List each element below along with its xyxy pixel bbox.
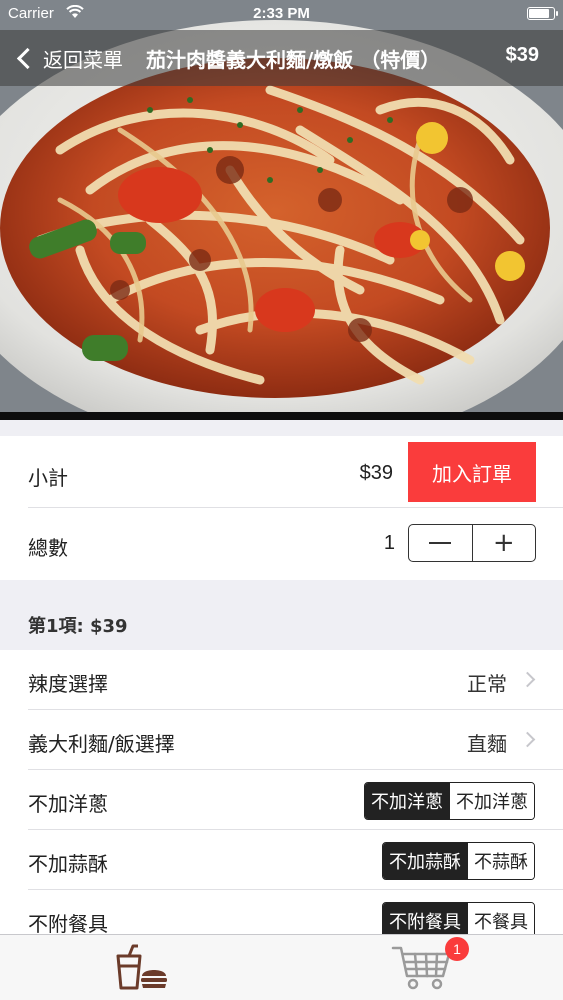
chevron-right-icon xyxy=(519,671,536,688)
garlic-label: 不加蒜酥 xyxy=(28,852,108,876)
onion-segmented-control[interactable]: 不加洋蔥 不加洋蔥 xyxy=(364,782,535,820)
subtotal-row: 小計 $39 加入訂單 xyxy=(0,436,563,508)
option-row-spice[interactable]: 辣度選擇 正常 xyxy=(0,650,563,710)
decrement-button[interactable] xyxy=(409,525,472,561)
subtotal-value: $39 xyxy=(359,462,393,484)
battery-level xyxy=(529,9,549,18)
back-button[interactable]: 返回菜單 xyxy=(14,42,123,74)
navigation-bar: 返回菜單 茄汁肉醬義大利麵/燉飯 （特價） $39 xyxy=(0,30,563,86)
quantity-label: 總數 xyxy=(28,536,68,560)
onion-option-0[interactable]: 不加洋蔥 xyxy=(365,783,449,819)
item-section-title: 第1項: $39 xyxy=(28,616,128,637)
noodle-rice-label: 義大利麵/飯選擇 xyxy=(28,732,175,756)
option-row-noodle-rice[interactable]: 義大利麵/飯選擇 直麵 xyxy=(0,710,563,770)
cart-badge: 1 xyxy=(445,937,469,961)
garlic-option-0[interactable]: 不加蒜酥 xyxy=(383,843,467,879)
battery-icon xyxy=(527,7,558,20)
spice-value: 正常 xyxy=(467,672,507,696)
drink-burger-icon xyxy=(110,944,170,994)
garlic-segmented-control[interactable]: 不加蒜酥 不蒜酥 xyxy=(382,842,535,880)
cutlery-label: 不附餐具 xyxy=(28,912,108,936)
back-label: 返回菜單 xyxy=(43,47,123,72)
item-price: $39 xyxy=(505,44,539,66)
noodle-rice-value: 直麵 xyxy=(467,732,507,756)
increment-button[interactable]: + xyxy=(471,525,536,561)
subtotal-label: 小計 xyxy=(28,466,68,490)
spice-label: 辣度選擇 xyxy=(28,672,108,696)
garlic-option-1[interactable]: 不蒜酥 xyxy=(467,843,534,879)
add-to-order-button[interactable]: 加入訂單 xyxy=(408,442,536,502)
quantity-value: 1 xyxy=(383,532,395,554)
cart-icon xyxy=(391,942,453,996)
item-section-header: 第1項: $39 xyxy=(0,580,563,650)
status-bar: Carrier 2:33 PM xyxy=(0,0,563,30)
option-row-garlic: 不加蒜酥 不加蒜酥 不蒜酥 xyxy=(0,830,563,890)
status-time: 2:33 PM xyxy=(253,5,310,22)
quantity-stepper[interactable]: + xyxy=(408,524,536,562)
option-row-onion: 不加洋蔥 不加洋蔥 不加洋蔥 xyxy=(0,770,563,830)
onion-option-1[interactable]: 不加洋蔥 xyxy=(449,783,534,819)
order-form: 小計 $39 加入訂單 總數 1 + 第1項: $39 辣度選擇 正常 義大利麵… xyxy=(0,420,563,950)
onion-label: 不加洋蔥 xyxy=(28,792,108,816)
page-title: 茄汁肉醬義大利麵/燉飯 （特價） xyxy=(146,48,441,72)
tab-bar: 1 xyxy=(0,934,563,1000)
quantity-row: 總數 1 + xyxy=(0,508,563,580)
group-spacer xyxy=(0,420,563,436)
chevron-left-icon xyxy=(16,47,39,69)
minus-icon xyxy=(429,542,452,544)
tab-menu[interactable] xyxy=(105,943,175,995)
chevron-right-icon xyxy=(519,731,536,748)
tab-cart[interactable]: 1 xyxy=(387,937,469,996)
